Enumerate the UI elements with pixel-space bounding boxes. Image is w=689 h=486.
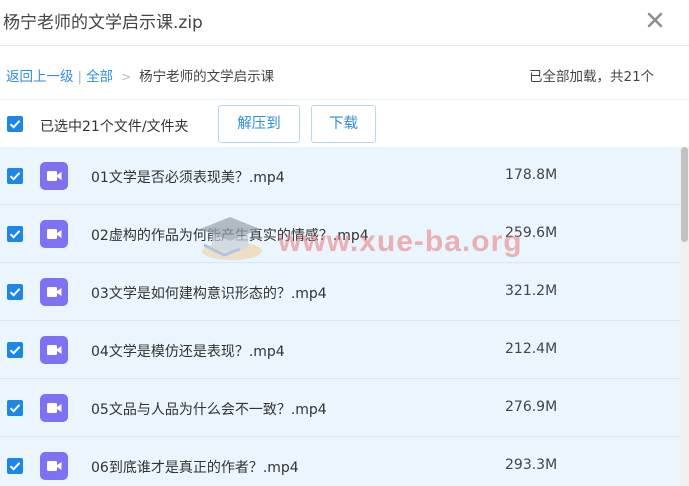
checkmark-icon	[9, 462, 21, 471]
breadcrumb-bar: 返回上一级 | 全部 > 杨宁老师的文学启示课 已全部加载，共21个	[0, 46, 689, 100]
download-button[interactable]: 下载	[311, 105, 376, 143]
file-size: 321.2M	[505, 283, 558, 299]
file-size: 259.6M	[505, 225, 558, 241]
selection-count-label: 已选中21个文件/文件夹	[40, 119, 189, 135]
video-icon	[40, 220, 68, 248]
breadcrumb-arrow-icon: >	[121, 70, 132, 84]
row-checkbox[interactable]	[7, 458, 23, 474]
file-name[interactable]: 02虚构的作品为何能产生真实的情感？.mp4	[91, 225, 369, 245]
video-icon	[40, 336, 68, 364]
scrollbar-thumb[interactable]	[681, 147, 688, 242]
extract-to-button[interactable]: 解压到	[218, 105, 300, 143]
window-title: 杨宁老师的文学启示课.zip	[3, 13, 203, 33]
close-button[interactable]	[644, 9, 666, 31]
all-files-link[interactable]: 全部	[86, 69, 113, 85]
select-all-checkbox[interactable]	[7, 116, 23, 132]
list-item[interactable]: 02虚构的作品为何能产生真实的情感？.mp4 259.6M	[0, 205, 680, 263]
row-checkbox[interactable]	[7, 226, 23, 242]
row-checkbox[interactable]	[7, 342, 23, 358]
action-bar: 已选中21个文件/文件夹 解压到 下载	[0, 100, 689, 147]
file-list: 01文学是否必须表现美？.mp4 178.8M 02虚构的作品为何能产生真实的情…	[0, 147, 680, 486]
checkmark-icon	[9, 120, 21, 129]
list-item[interactable]: 04文学是模仿还是表现？.mp4 212.4M	[0, 321, 680, 379]
file-size: 293.3M	[505, 457, 558, 473]
row-checkbox[interactable]	[7, 284, 23, 300]
breadcrumb-separator: |	[77, 69, 83, 85]
file-name[interactable]: 01文学是否必须表现美？.mp4	[91, 167, 285, 187]
file-size: 276.9M	[505, 399, 558, 415]
close-icon[interactable]	[644, 9, 666, 31]
load-status: 已全部加载，共21个	[529, 69, 655, 85]
video-icon	[40, 452, 68, 480]
file-name[interactable]: 05文品与人品为什么会不一致？.mp4	[91, 399, 327, 419]
breadcrumb: 返回上一级 | 全部 > 杨宁老师的文学启示课	[6, 65, 274, 85]
title-bar: 杨宁老师的文学启示课.zip	[0, 0, 689, 46]
video-icon	[40, 162, 68, 190]
file-size: 178.8M	[505, 167, 558, 183]
current-folder: 杨宁老师的文学启示课	[139, 69, 275, 85]
row-checkbox[interactable]	[7, 168, 23, 184]
file-size: 212.4M	[505, 341, 558, 357]
checkmark-icon	[9, 172, 21, 181]
file-name[interactable]: 06到底谁才是真正的作者？.mp4	[91, 457, 299, 477]
checkmark-icon	[9, 288, 21, 297]
list-item[interactable]: 03文学是如何建构意识形态的？.mp4 321.2M	[0, 263, 680, 321]
list-item[interactable]: 06到底谁才是真正的作者？.mp4 293.3M	[0, 437, 680, 486]
row-checkbox[interactable]	[7, 400, 23, 416]
checkmark-icon	[9, 404, 21, 413]
checkmark-icon	[9, 230, 21, 239]
checkmark-icon	[9, 346, 21, 355]
scrollbar-track[interactable]	[680, 147, 689, 486]
video-icon	[40, 278, 68, 306]
file-name[interactable]: 04文学是模仿还是表现？.mp4	[91, 341, 285, 361]
list-item[interactable]: 01文学是否必须表现美？.mp4 178.8M	[0, 147, 680, 205]
file-name[interactable]: 03文学是如何建构意识形态的？.mp4	[91, 283, 327, 303]
video-icon	[40, 394, 68, 422]
back-link[interactable]: 返回上一级	[6, 69, 74, 85]
list-item[interactable]: 05文品与人品为什么会不一致？.mp4 276.9M	[0, 379, 680, 437]
